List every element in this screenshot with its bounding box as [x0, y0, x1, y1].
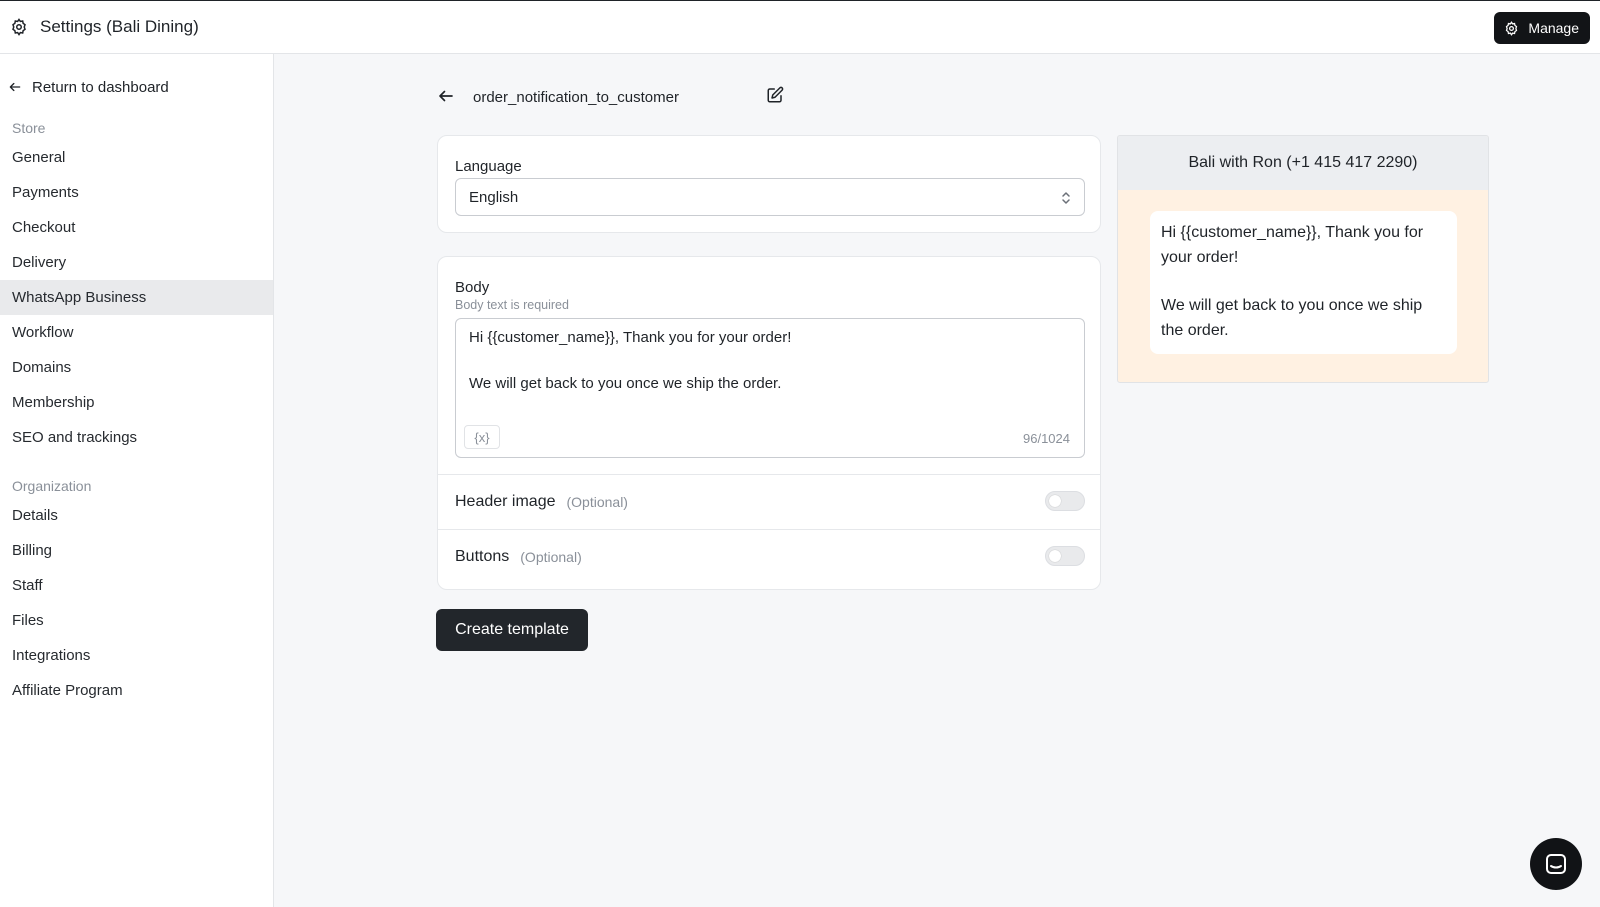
- sidebar-item-delivery[interactable]: Delivery: [0, 245, 273, 280]
- language-label: Language: [455, 158, 522, 175]
- preview-header: Bali with Ron (+1 415 417 2290): [1118, 136, 1488, 190]
- body-hint: Body text is required: [455, 298, 569, 312]
- message-preview: Bali with Ron (+1 415 417 2290) Hi {{cus…: [1117, 135, 1489, 383]
- manage-button[interactable]: Manage: [1494, 12, 1590, 44]
- sidebar-item-domains[interactable]: Domains: [0, 350, 273, 385]
- body-card: Body Body text is required Hi {{customer…: [437, 256, 1101, 590]
- top-bar: Settings (Bali Dining) Manage: [0, 0, 1600, 54]
- section-label-store: Store: [12, 120, 46, 136]
- settings-gear-icon: [10, 18, 28, 36]
- language-select[interactable]: English: [455, 178, 1085, 216]
- header-image-optional: (Optional): [566, 493, 628, 510]
- return-label: Return to dashboard: [32, 78, 169, 96]
- language-value: English: [469, 188, 519, 206]
- page-title: Settings (Bali Dining): [40, 17, 199, 36]
- preview-line-1: Hi {{customer_name}}, Thank you for your…: [1161, 224, 1424, 266]
- back-arrow-icon[interactable]: [437, 87, 457, 107]
- preview-line-2: We will get back to you once we ship the…: [1161, 297, 1423, 339]
- body-text-line-2: We will get back to you once we ship the…: [469, 375, 782, 392]
- chat-icon: [1544, 852, 1568, 876]
- arrow-left-icon: [8, 80, 22, 94]
- body-textarea[interactable]: Hi {{customer_name}}, Thank you for your…: [455, 318, 1085, 458]
- sidebar-item-billing[interactable]: Billing: [0, 533, 273, 568]
- sidebar-item-details[interactable]: Details: [0, 498, 273, 533]
- toggle-knob: [1049, 495, 1061, 507]
- template-name: order_notification_to_customer: [473, 88, 679, 106]
- body-label: Body: [455, 279, 490, 296]
- sidebar-item-checkout[interactable]: Checkout: [0, 210, 273, 245]
- section-label-organization: Organization: [12, 478, 92, 494]
- sidebar-item-membership[interactable]: Membership: [0, 385, 273, 420]
- message-bubble: Hi {{customer_name}}, Thank you for your…: [1150, 211, 1457, 354]
- header-image-label: Header image: [455, 492, 556, 510]
- header-image-toggle[interactable]: [1045, 491, 1085, 511]
- sidebar-item-files[interactable]: Files: [0, 603, 273, 638]
- manage-button-label: Manage: [1528, 20, 1579, 36]
- sidebar-item-whatsapp-business[interactable]: WhatsApp Business: [0, 280, 273, 315]
- buttons-optional: (Optional): [520, 548, 582, 565]
- sidebar-item-staff[interactable]: Staff: [0, 568, 273, 603]
- body-text-line-1: Hi {{customer_name}}, Thank you for your…: [469, 329, 792, 346]
- toggle-knob: [1049, 550, 1061, 562]
- chat-launcher-button[interactable]: [1530, 838, 1582, 890]
- select-chevron-icon: [1060, 190, 1072, 206]
- create-template-button[interactable]: Create template: [436, 609, 588, 651]
- sidebar-item-integrations[interactable]: Integrations: [0, 638, 273, 673]
- template-header: order_notification_to_customer: [437, 80, 777, 114]
- character-counter: 96/1024: [1023, 431, 1070, 446]
- edit-icon[interactable]: [766, 86, 786, 106]
- sidebar-item-payments[interactable]: Payments: [0, 175, 273, 210]
- buttons-label: Buttons: [455, 547, 510, 565]
- return-to-dashboard-link[interactable]: Return to dashboard: [0, 69, 273, 105]
- sidebar-item-affiliate-program[interactable]: Affiliate Program: [0, 673, 273, 708]
- sidebar: Return to dashboard Store General Paymen…: [0, 54, 274, 907]
- gear-icon: [1504, 20, 1519, 36]
- insert-variable-button[interactable]: {x}: [464, 425, 500, 449]
- buttons-toggle[interactable]: [1045, 546, 1085, 566]
- buttons-row: Buttons (Optional): [455, 529, 1085, 584]
- main-content: order_notification_to_customer Language …: [275, 54, 1600, 907]
- header-image-row: Header image (Optional): [455, 474, 1085, 529]
- language-card: Language English: [437, 135, 1101, 233]
- sidebar-item-workflow[interactable]: Workflow: [0, 315, 273, 350]
- sidebar-item-seo-and-trackings[interactable]: SEO and trackings: [0, 420, 273, 455]
- sidebar-item-general[interactable]: General: [0, 140, 273, 175]
